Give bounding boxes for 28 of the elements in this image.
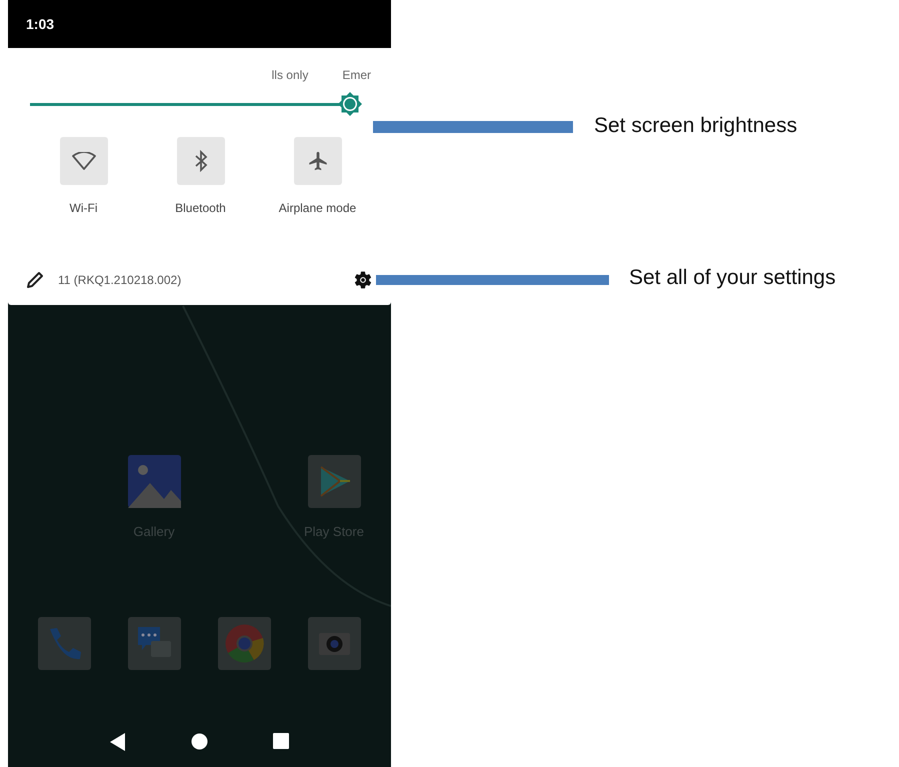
airplane-icon (306, 150, 328, 172)
bluetooth-toggle[interactable] (176, 137, 224, 185)
recents-icon[interactable] (272, 733, 289, 749)
carrier-text: Emer (342, 68, 371, 82)
annotation-text: Set screen brightness (594, 114, 798, 138)
build-number: 11 (RKQ1.210218.002) (58, 273, 182, 287)
carrier-text: lls only (272, 68, 308, 82)
airplane-toggle[interactable] (294, 137, 342, 185)
gallery-icon (128, 455, 180, 508)
camera-icon (308, 617, 360, 670)
home-icon[interactable] (190, 733, 208, 750)
status-time: 1:03 (26, 16, 54, 32)
back-icon[interactable] (110, 733, 126, 751)
toggle-label: Airplane mode (278, 201, 356, 215)
brightness-slider[interactable] (30, 91, 363, 117)
wifi-toggle[interactable] (60, 137, 108, 185)
settings-icon[interactable] (353, 270, 373, 290)
message-icon (128, 617, 180, 670)
chrome-icon (218, 617, 270, 670)
play-store-icon (308, 455, 360, 508)
toggle-label: Bluetooth (175, 201, 226, 215)
annotation-text: Set all of your settings (629, 266, 836, 290)
brightness-thumb-icon[interactable] (337, 91, 363, 117)
phone-icon (38, 617, 90, 670)
toggle-label: Wi-Fi (70, 201, 98, 215)
bluetooth-icon (194, 150, 208, 172)
pencil-icon[interactable] (26, 271, 44, 289)
wifi-icon (72, 152, 96, 170)
